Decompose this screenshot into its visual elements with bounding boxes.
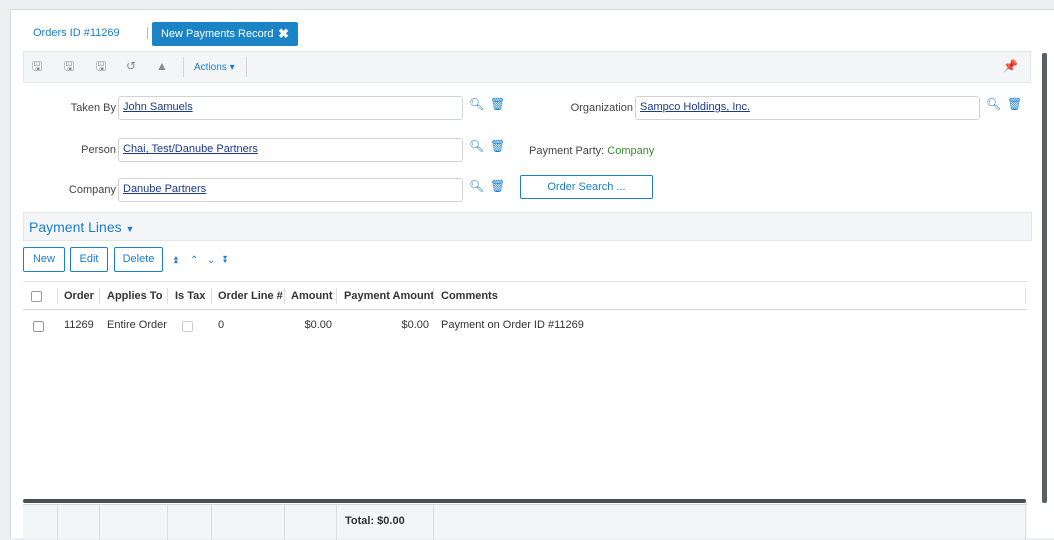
- taken-by-search-icon[interactable]: 🔍︎: [469, 97, 484, 111]
- horizontal-scrollbar[interactable]: [23, 499, 1026, 503]
- toolbar: 🖫 🖫 🖫 ↺ ▲ Actions ▾ 📌: [23, 51, 1031, 83]
- column-separator: [99, 288, 100, 304]
- tab-bar: Orders ID #11269 New Payments Record ✖: [11, 10, 1054, 50]
- organization-search-icon[interactable]: 🔍︎: [986, 97, 1001, 111]
- footer-separator: [99, 505, 100, 540]
- organization-value[interactable]: Sampco Holdings, Inc.: [640, 101, 750, 113]
- column-separator: [1025, 288, 1026, 304]
- save-icon[interactable]: 🖫: [30, 59, 44, 73]
- footer-separator: [336, 505, 337, 540]
- payment-lines-title-text: Payment Lines: [29, 219, 122, 235]
- column-header-payment-amount[interactable]: Payment Amount: [344, 290, 434, 302]
- vertical-scrollbar[interactable]: [1042, 53, 1047, 503]
- payment-lines-title[interactable]: Payment Lines ▼: [29, 219, 134, 235]
- taken-by-delete-icon[interactable]: 🗑: [490, 97, 505, 111]
- grid-footer: Total: $0.00: [23, 504, 1027, 540]
- footer-separator: [211, 505, 212, 540]
- person-field[interactable]: Chai, Test/Danube Partners: [118, 138, 463, 162]
- caret-down-icon: ▼: [125, 224, 135, 234]
- select-all-checkbox[interactable]: [31, 291, 42, 302]
- edit-button[interactable]: Edit: [70, 247, 108, 272]
- column-header-comments[interactable]: Comments: [441, 290, 498, 302]
- footer-separator: [284, 505, 285, 540]
- column-separator: [167, 288, 168, 304]
- column-header-is-tax[interactable]: Is Tax: [175, 290, 205, 302]
- column-separator: [211, 288, 212, 304]
- row-checkbox[interactable]: [33, 321, 44, 332]
- taken-by-field[interactable]: John Samuels: [118, 96, 463, 120]
- taken-by-label: Taken By: [70, 102, 116, 114]
- is-tax-checkbox: [182, 321, 193, 332]
- move-top-icon[interactable]: ⏫︎: [173, 255, 178, 266]
- payment-party-label: Payment Party:: [529, 145, 605, 157]
- company-label: Company: [68, 184, 116, 196]
- footer-separator: [57, 505, 58, 540]
- move-bottom-icon[interactable]: ⏬︎: [223, 255, 228, 266]
- organization-label: Organization: [570, 102, 633, 114]
- main-window: Orders ID #11269 New Payments Record ✖ 🖫…: [10, 9, 1054, 540]
- organization-delete-icon[interactable]: 🗑: [1007, 97, 1022, 111]
- cell-amount: $0.00: [304, 319, 332, 331]
- order-search-button[interactable]: Order Search ...: [520, 175, 653, 199]
- column-header-order[interactable]: Order: [64, 290, 94, 302]
- undo-icon[interactable]: ↺: [124, 59, 138, 73]
- total-label: Total: $0.00: [345, 515, 405, 527]
- cell-comments: Payment on Order ID #11269: [441, 319, 584, 331]
- column-separator: [284, 288, 285, 304]
- grid-header: Order Applies To Is Tax Order Line # Amo…: [23, 282, 1027, 310]
- person-value[interactable]: Chai, Test/Danube Partners: [123, 143, 258, 155]
- close-icon[interactable]: ✖: [278, 26, 289, 42]
- payment-lines-header: Payment Lines ▼: [23, 212, 1032, 241]
- move-down-icon[interactable]: ⌄: [207, 255, 215, 266]
- payment-party-value: Company: [607, 145, 655, 157]
- cell-order-line: 0: [218, 319, 225, 331]
- tab-label: New Payments Record: [161, 28, 274, 40]
- company-search-icon[interactable]: 🔍︎: [469, 179, 484, 193]
- column-header-order-line[interactable]: Order Line #: [218, 290, 283, 302]
- cell-payment-amount: $0.00: [401, 319, 429, 331]
- footer-separator: [1025, 505, 1026, 540]
- column-separator: [57, 288, 58, 304]
- column-header-applies-to[interactable]: Applies To: [107, 290, 162, 302]
- person-delete-icon[interactable]: 🗑: [490, 139, 505, 153]
- cell-applies-to: Entire Order: [107, 319, 167, 331]
- organization-field[interactable]: Sampco Holdings, Inc.: [635, 96, 980, 120]
- actions-menu[interactable]: Actions ▾: [194, 62, 235, 73]
- column-header-amount[interactable]: Amount: [291, 290, 333, 302]
- cell-order: 11269: [64, 319, 94, 331]
- company-value[interactable]: Danube Partners: [123, 183, 206, 195]
- company-delete-icon[interactable]: 🗑: [490, 179, 505, 193]
- footer-separator: [167, 505, 168, 540]
- column-separator: [433, 288, 434, 304]
- tab-orders[interactable]: Orders ID #11269: [33, 27, 120, 39]
- new-button[interactable]: New: [23, 247, 65, 272]
- person-search-icon[interactable]: 🔍︎: [469, 139, 484, 153]
- person-label: Person: [81, 144, 116, 156]
- tab-separator: [147, 27, 148, 39]
- save-and-close-icon[interactable]: 🖫: [94, 59, 108, 73]
- column-separator: [336, 288, 337, 304]
- payment-party: Payment Party: Company: [529, 145, 654, 157]
- tab-new-payments-record[interactable]: New Payments Record ✖: [152, 22, 298, 46]
- pin-icon[interactable]: 📌: [1003, 59, 1018, 73]
- warning-icon[interactable]: ▲: [155, 59, 169, 73]
- taken-by-value[interactable]: John Samuels: [123, 101, 193, 113]
- footer-separator: [433, 505, 434, 540]
- toolbar-separator: [183, 57, 184, 77]
- move-up-icon[interactable]: ⌃: [190, 255, 198, 266]
- delete-button[interactable]: Delete: [114, 247, 163, 272]
- save-and-new-icon[interactable]: 🖫: [62, 59, 76, 73]
- toolbar-separator: [246, 57, 247, 77]
- company-field[interactable]: Danube Partners: [118, 178, 463, 202]
